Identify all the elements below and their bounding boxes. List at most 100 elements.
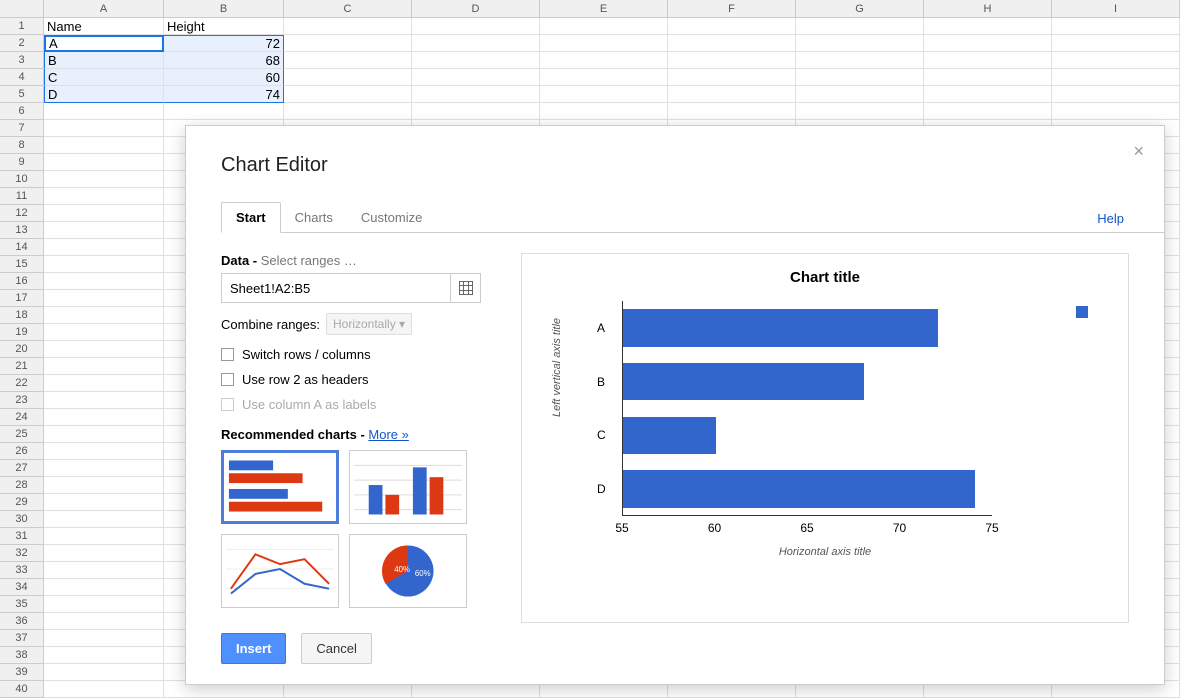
chart-thumb-line[interactable]	[221, 534, 339, 608]
cell[interactable]	[796, 35, 924, 52]
more-link[interactable]: More »	[368, 427, 408, 442]
row-header[interactable]: 17	[0, 290, 44, 307]
cell[interactable]	[924, 35, 1052, 52]
cell[interactable]	[44, 273, 164, 290]
cell[interactable]	[44, 426, 164, 443]
column-header[interactable]: D	[412, 0, 540, 18]
cell[interactable]	[668, 35, 796, 52]
cell[interactable]	[540, 52, 668, 69]
cell[interactable]	[44, 358, 164, 375]
cell[interactable]	[796, 69, 924, 86]
cell[interactable]	[44, 477, 164, 494]
row-header[interactable]: 2	[0, 35, 44, 52]
row-header[interactable]: 3	[0, 52, 44, 69]
cell[interactable]	[1052, 18, 1180, 35]
cell[interactable]	[44, 630, 164, 647]
tab-charts[interactable]: Charts	[281, 203, 347, 232]
cell[interactable]: D	[44, 86, 164, 103]
cell[interactable]	[44, 596, 164, 613]
column-header[interactable]: H	[924, 0, 1052, 18]
cell[interactable]	[412, 103, 540, 120]
row-header[interactable]: 39	[0, 664, 44, 681]
cell[interactable]	[540, 103, 668, 120]
row-header[interactable]: 31	[0, 528, 44, 545]
tab-customize[interactable]: Customize	[347, 203, 436, 232]
help-link[interactable]: Help	[1097, 211, 1124, 226]
cell[interactable]	[796, 18, 924, 35]
insert-button[interactable]: Insert	[221, 633, 286, 664]
cell[interactable]	[796, 52, 924, 69]
cell[interactable]	[284, 18, 412, 35]
row-header[interactable]: 30	[0, 511, 44, 528]
cell[interactable]	[44, 579, 164, 596]
column-header[interactable]: G	[796, 0, 924, 18]
row-header[interactable]: 24	[0, 409, 44, 426]
cell[interactable]	[284, 103, 412, 120]
row-header[interactable]: 10	[0, 171, 44, 188]
column-header[interactable]: F	[668, 0, 796, 18]
cell[interactable]	[44, 409, 164, 426]
chart-thumb-pie[interactable]: 40%60%	[349, 534, 467, 608]
cell[interactable]	[668, 18, 796, 35]
cell[interactable]	[44, 256, 164, 273]
range-input[interactable]	[222, 281, 450, 296]
select-range-button[interactable]	[450, 274, 480, 302]
row-header[interactable]: 34	[0, 579, 44, 596]
row-header[interactable]: 27	[0, 460, 44, 477]
cell[interactable]	[44, 494, 164, 511]
row-header[interactable]: 6	[0, 103, 44, 120]
cell[interactable]: A	[44, 35, 164, 52]
row-header[interactable]: 16	[0, 273, 44, 290]
cell[interactable]	[668, 69, 796, 86]
cell[interactable]	[44, 375, 164, 392]
cell[interactable]	[796, 103, 924, 120]
cell[interactable]	[44, 511, 164, 528]
cell[interactable]	[924, 69, 1052, 86]
row-header[interactable]: 38	[0, 647, 44, 664]
cell[interactable]	[284, 35, 412, 52]
close-icon[interactable]: ×	[1133, 141, 1144, 162]
cell[interactable]	[44, 205, 164, 222]
cell[interactable]	[924, 18, 1052, 35]
row-header[interactable]: 18	[0, 307, 44, 324]
cancel-button[interactable]: Cancel	[301, 633, 371, 664]
cell[interactable]	[44, 681, 164, 698]
cell[interactable]	[44, 137, 164, 154]
row-header[interactable]: 7	[0, 120, 44, 137]
cell[interactable]	[44, 154, 164, 171]
cell[interactable]	[540, 18, 668, 35]
cell[interactable]	[668, 52, 796, 69]
cell[interactable]	[284, 52, 412, 69]
row-header[interactable]: 19	[0, 324, 44, 341]
row-header[interactable]: 29	[0, 494, 44, 511]
cell[interactable]	[668, 86, 796, 103]
column-header[interactable]: I	[1052, 0, 1180, 18]
cell[interactable]	[44, 290, 164, 307]
cell[interactable]: 68	[164, 52, 284, 69]
row-header[interactable]: 12	[0, 205, 44, 222]
cell[interactable]	[44, 545, 164, 562]
cell[interactable]	[44, 171, 164, 188]
cell[interactable]	[44, 392, 164, 409]
cell[interactable]	[44, 120, 164, 137]
row-header[interactable]: 8	[0, 137, 44, 154]
row-header[interactable]: 37	[0, 630, 44, 647]
row-header[interactable]: 14	[0, 239, 44, 256]
cell[interactable]	[44, 188, 164, 205]
cell[interactable]	[44, 613, 164, 630]
cell[interactable]	[796, 86, 924, 103]
row-header[interactable]: 21	[0, 358, 44, 375]
cell[interactable]	[412, 35, 540, 52]
chart-thumb-column[interactable]	[349, 450, 467, 524]
cell[interactable]	[44, 528, 164, 545]
cell[interactable]	[284, 86, 412, 103]
select-all-corner[interactable]	[0, 0, 44, 18]
cell[interactable]: Height	[164, 18, 284, 35]
cell[interactable]	[924, 86, 1052, 103]
cell[interactable]	[412, 69, 540, 86]
row-header[interactable]: 15	[0, 256, 44, 273]
row-header[interactable]: 11	[0, 188, 44, 205]
cell[interactable]	[44, 647, 164, 664]
row-header[interactable]: 23	[0, 392, 44, 409]
cell[interactable]: 60	[164, 69, 284, 86]
